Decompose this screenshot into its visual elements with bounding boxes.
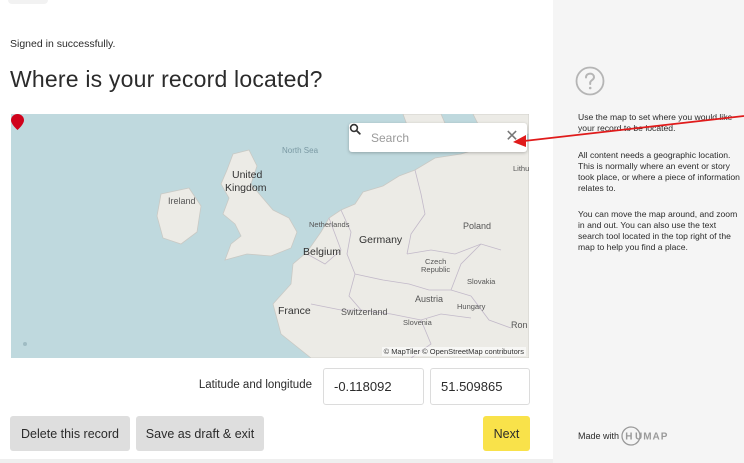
map-label-kingdom: Kingdom	[225, 182, 267, 194]
page-title: Where is your record located?	[10, 66, 323, 92]
flash-message: Signed in successfully.	[10, 38, 116, 50]
map-label-united: United	[232, 169, 263, 181]
top-tab	[8, 0, 48, 4]
map-label-north-sea: North Sea	[282, 146, 319, 155]
map-label-slovakia: Slovakia	[467, 277, 496, 286]
map-label-republic: Republic	[421, 265, 451, 274]
longitude-input[interactable]	[430, 368, 530, 405]
svg-text:H: H	[625, 432, 632, 443]
latitude-input[interactable]	[323, 368, 424, 405]
map-label-belgium: Belgium	[303, 246, 341, 258]
map-label-netherlands: Netherlands	[309, 220, 350, 229]
map-label-ron: Ron	[511, 320, 528, 330]
search-icon	[349, 123, 361, 135]
save-draft-button[interactable]: Save as draft & exit	[136, 416, 264, 451]
map-label-poland: Poland	[463, 221, 492, 231]
map-label-austria: Austria	[415, 294, 444, 304]
help-paragraph: You can move the map around, and zoom in…	[578, 209, 738, 252]
svg-text:UMAP: UMAP	[635, 432, 668, 443]
map-label-germany: Germany	[359, 234, 403, 246]
delete-record-button[interactable]: Delete this record	[10, 416, 130, 451]
bottom-bar	[0, 459, 553, 463]
question-circle-icon	[575, 66, 605, 96]
made-with-label: Made with	[578, 431, 620, 441]
next-button[interactable]: Next	[483, 416, 530, 451]
location-marker-icon[interactable]	[11, 114, 24, 130]
map-label-ireland: Ireland	[168, 196, 196, 206]
map-control-dot	[23, 342, 27, 346]
close-icon[interactable]: ✕	[504, 129, 520, 145]
help-sidebar: Use the map to set where you would like …	[553, 0, 744, 463]
map-label-lithuania: Lithu	[513, 164, 529, 173]
map-label-switzerland: Switzerland	[341, 307, 388, 317]
map-attribution[interactable]: © MapTiler © OpenStreetMap contributors	[381, 347, 526, 356]
map-label-hungary: Hungary	[457, 302, 486, 311]
help-paragraph: Use the map to set where you would like …	[578, 112, 733, 133]
map-search-input[interactable]	[371, 128, 496, 147]
location-map[interactable]: North Sea United Kingdom Ireland Netherl…	[11, 114, 529, 358]
main-panel: Signed in successfully. Where is your re…	[0, 0, 553, 463]
map-label-france: France	[278, 305, 311, 317]
map-label-slovenia: Slovenia	[403, 318, 432, 327]
map-search-box: ✕	[349, 123, 527, 152]
humap-logo[interactable]: H UMAP	[621, 426, 681, 446]
help-paragraph: All content needs a geographic location.…	[578, 150, 740, 193]
coordinates-label: Latitude and longitude	[198, 379, 312, 391]
